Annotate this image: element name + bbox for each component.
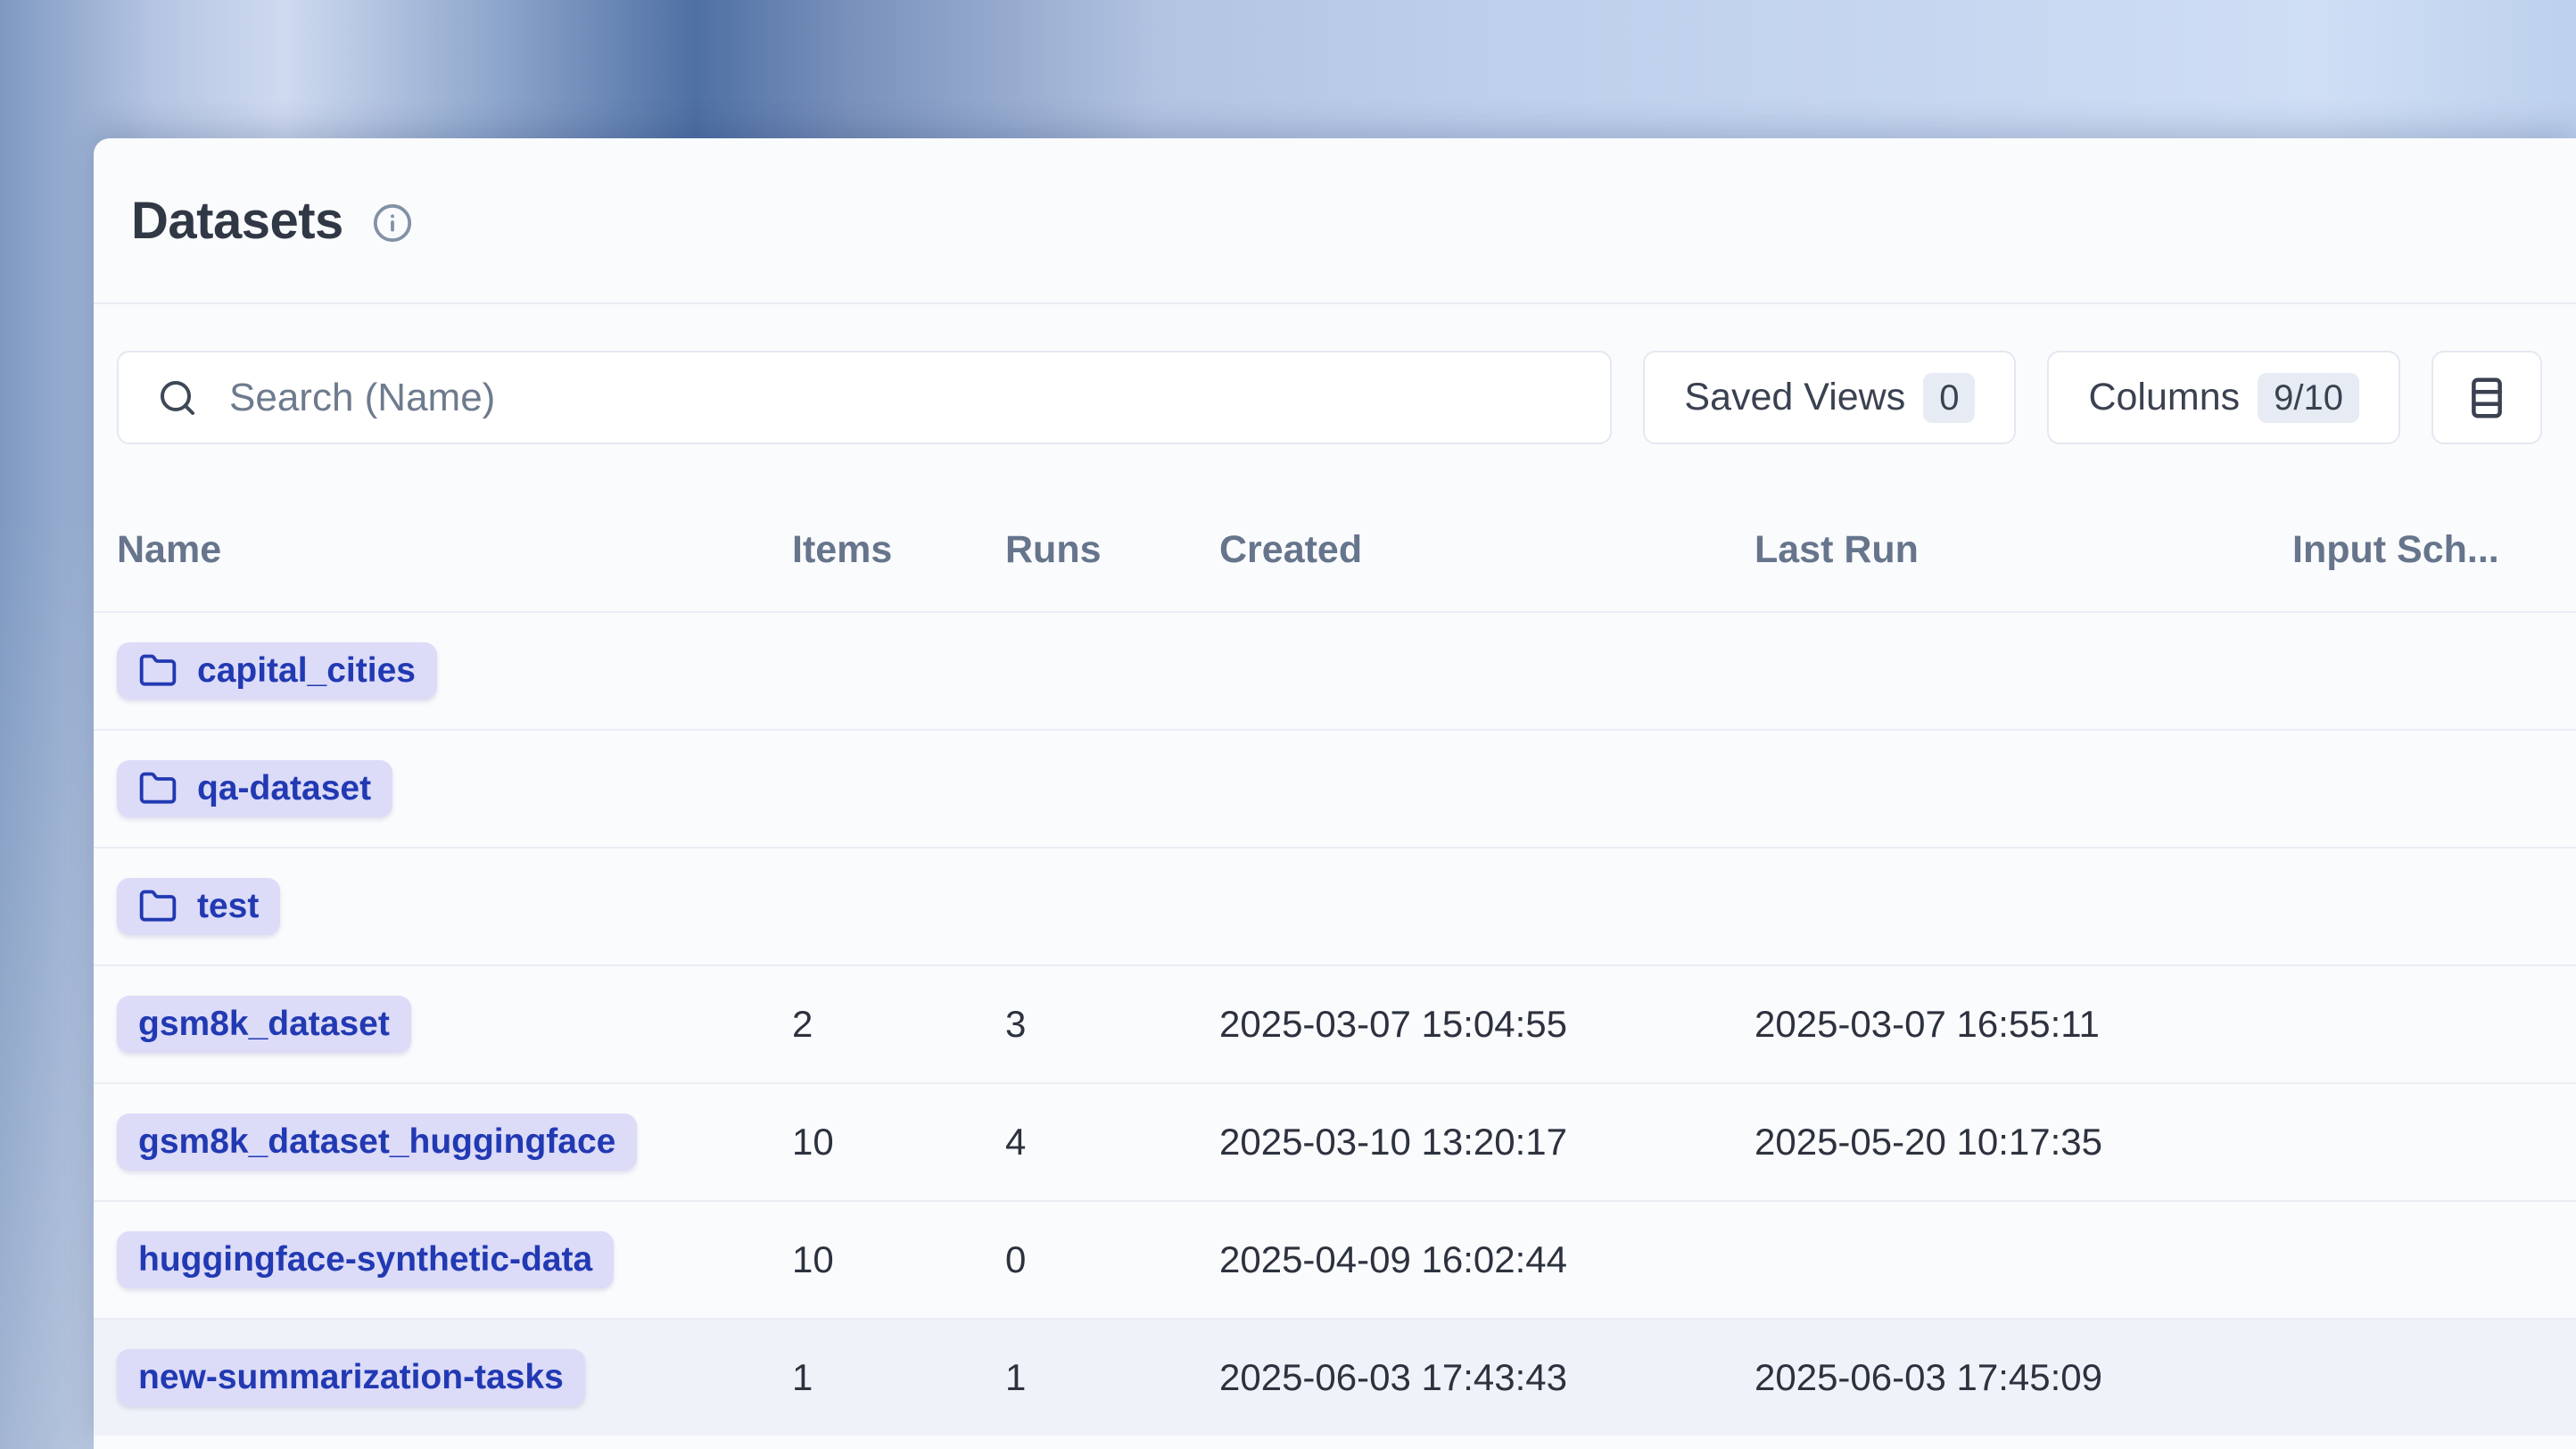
column-header-items[interactable]: Items — [792, 528, 1005, 572]
items-cell: 2 — [792, 1003, 1005, 1046]
page-title: Datasets — [131, 191, 343, 251]
column-header-created[interactable]: Created — [1219, 528, 1754, 572]
saved-views-count-badge: 0 — [1923, 373, 1975, 423]
dataset-name-badge[interactable]: new-summarization-tasks — [117, 1349, 585, 1406]
created-cell: 2025-04-09 16:02:44 — [1219, 1238, 1754, 1281]
columns-label: Columns — [2088, 376, 2240, 419]
created-cell: 2025-03-10 13:20:17 — [1219, 1121, 1754, 1163]
dataset-name-label: test — [197, 887, 259, 926]
column-header-runs[interactable]: Runs — [1005, 528, 1219, 572]
columns-button[interactable]: Columns 9/10 — [2047, 351, 2400, 444]
columns-count-badge: 9/10 — [2258, 373, 2359, 423]
column-header-last-run[interactable]: Last Run — [1754, 528, 2292, 572]
items-cell: 10 — [792, 1121, 1005, 1163]
table-row[interactable]: gsm8k_dataset_huggingface 1042025-03-10 1… — [94, 1082, 2576, 1200]
dataset-name-cell: test — [117, 878, 792, 935]
items-cell: 1 — [792, 1356, 1005, 1399]
last-run-cell: 2025-05-20 10:17:35 — [1754, 1121, 2292, 1163]
table-row[interactable]: capital_cities — [94, 611, 2576, 729]
rows-icon — [2463, 374, 2511, 422]
datasets-panel: Datasets Saved Views 0 Columns — [94, 138, 2576, 1449]
dataset-name-badge[interactable]: gsm8k_dataset — [117, 996, 411, 1053]
table-body: capital_cities qa-dataset test gsm8k_datase… — [94, 611, 2576, 1436]
row-height-button[interactable] — [2432, 351, 2542, 444]
saved-views-button[interactable]: Saved Views 0 — [1643, 351, 2016, 444]
dataset-name-cell: gsm8k_dataset_huggingface — [117, 1114, 792, 1171]
runs-cell: 3 — [1005, 1003, 1219, 1046]
runs-cell: 0 — [1005, 1238, 1219, 1281]
table-row[interactable]: huggingface-synthetic-data 1002025-04-09 … — [94, 1200, 2576, 1318]
runs-cell: 4 — [1005, 1121, 1219, 1163]
dataset-name-label: gsm8k_dataset_huggingface — [138, 1122, 615, 1162]
search-input-container[interactable] — [117, 351, 1612, 444]
dataset-name-cell: gsm8k_dataset — [117, 996, 792, 1053]
table-row[interactable]: test — [94, 847, 2576, 965]
table-header-row: Name Items Runs Created Last Run Input S… — [94, 444, 2576, 611]
search-input[interactable] — [227, 375, 1610, 421]
dataset-name-cell: huggingface-synthetic-data — [117, 1231, 792, 1288]
folder-icon — [138, 769, 178, 808]
dataset-name-label: huggingface-synthetic-data — [138, 1240, 592, 1279]
dataset-name-label: gsm8k_dataset — [138, 1005, 390, 1044]
dataset-name-label: new-summarization-tasks — [138, 1358, 564, 1397]
dataset-name-badge[interactable]: qa-dataset — [117, 760, 392, 817]
folder-icon — [138, 887, 178, 926]
dataset-name-badge[interactable]: huggingface-synthetic-data — [117, 1231, 614, 1288]
saved-views-label: Saved Views — [1684, 376, 1905, 419]
items-cell: 10 — [792, 1238, 1005, 1281]
column-header-input-schema[interactable]: Input Sch... — [2292, 528, 2576, 572]
dataset-name-cell: new-summarization-tasks — [117, 1349, 792, 1406]
runs-cell: 1 — [1005, 1356, 1219, 1399]
search-icon — [156, 377, 199, 419]
dataset-name-cell: qa-dataset — [117, 760, 792, 817]
folder-icon — [138, 651, 178, 691]
created-cell: 2025-06-03 17:43:43 — [1219, 1356, 1754, 1399]
toolbar: Saved Views 0 Columns 9/10 — [94, 304, 2576, 444]
column-header-name[interactable]: Name — [117, 528, 792, 572]
info-icon[interactable] — [372, 203, 413, 244]
table-row[interactable]: gsm8k_dataset 232025-03-07 15:04:552025-0… — [94, 965, 2576, 1082]
table-row[interactable]: qa-dataset — [94, 729, 2576, 847]
app-background: { "page": { "title": "Datasets" }, "tool… — [0, 0, 2576, 1449]
dataset-name-badge[interactable]: capital_cities — [117, 642, 437, 700]
last-run-cell: 2025-03-07 16:55:11 — [1754, 1003, 2292, 1046]
dataset-name-badge[interactable]: test — [117, 878, 280, 935]
last-run-cell: 2025-06-03 17:45:09 — [1754, 1356, 2292, 1399]
created-cell: 2025-03-07 15:04:55 — [1219, 1003, 1754, 1046]
table-row[interactable]: new-summarization-tasks112025-06-03 17:4… — [94, 1318, 2576, 1436]
dataset-name-label: capital_cities — [197, 651, 416, 691]
dataset-name-label: qa-dataset — [197, 769, 371, 808]
dataset-name-badge[interactable]: gsm8k_dataset_huggingface — [117, 1114, 637, 1171]
panel-header: Datasets — [94, 138, 2576, 302]
dataset-name-cell: capital_cities — [117, 642, 792, 700]
